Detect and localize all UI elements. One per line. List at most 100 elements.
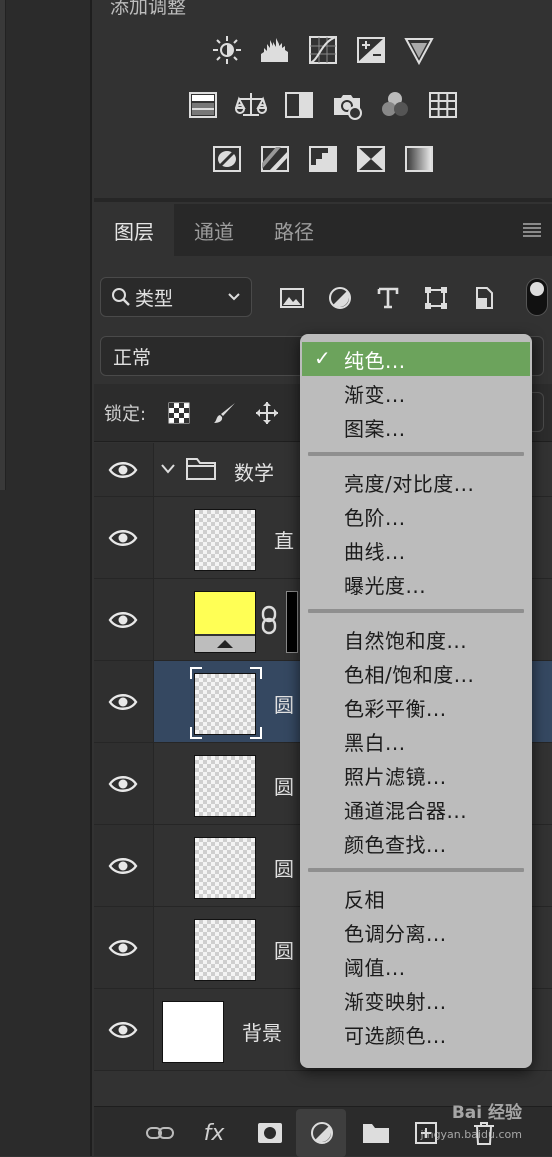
- adjustments-row-1: [94, 32, 552, 68]
- watermark-url: jingyan.baidu.com: [420, 1128, 522, 1141]
- eye-icon[interactable]: [108, 933, 138, 963]
- eye-icon[interactable]: [108, 851, 138, 881]
- chevron-down-icon: [228, 293, 240, 301]
- mask-icon[interactable]: [256, 1119, 284, 1147]
- hue-saturation-icon[interactable]: [185, 87, 221, 123]
- tab-layers[interactable]: 图层: [94, 204, 174, 256]
- layer-thumbnail: [194, 837, 256, 899]
- link-icon[interactable]: [260, 605, 278, 635]
- fx-icon[interactable]: fx: [200, 1119, 228, 1147]
- smart-object-filter-icon[interactable]: [470, 284, 498, 312]
- posterize-icon[interactable]: [257, 141, 293, 177]
- checkmark-icon: ✓: [314, 346, 332, 370]
- layer-thumbnail: [194, 919, 256, 981]
- tab-channels[interactable]: 通道: [174, 204, 254, 256]
- chevron-down-icon[interactable]: [160, 461, 176, 477]
- left-panel-strip: [0, 0, 92, 1156]
- layer-thumbnail: [194, 509, 256, 571]
- menu-item-curves[interactable]: 曲线...: [300, 533, 532, 567]
- menu-item-label: 纯色...: [344, 348, 406, 373]
- layer-name[interactable]: 直: [274, 525, 294, 554]
- threshold-icon[interactable]: [305, 141, 341, 177]
- shape-filter-icon[interactable]: [422, 284, 450, 312]
- layer-name[interactable]: 圆: [274, 689, 294, 718]
- color-lookup-icon[interactable]: [425, 87, 461, 123]
- exposure-icon[interactable]: [353, 32, 389, 68]
- panel-menu-icon[interactable]: [522, 220, 542, 240]
- adjustments-title: 添加调整: [110, 0, 187, 18]
- layer-name[interactable]: 背景: [242, 1017, 282, 1046]
- watermark: Bai 经验: [451, 1103, 522, 1123]
- thumbnail-selection-frame: [190, 667, 262, 739]
- lock-label: 锁定:: [104, 404, 147, 425]
- photo-filter-icon[interactable]: [329, 87, 365, 123]
- brightness-icon[interactable]: [209, 32, 245, 68]
- fill-layer-thumbnail: [194, 591, 256, 653]
- section-divider: [94, 198, 552, 202]
- channel-mixer-icon[interactable]: [377, 87, 413, 123]
- link-layers-icon[interactable]: [146, 1119, 174, 1147]
- panel-tabs: 图层 通道 路径: [94, 204, 552, 256]
- menu-item-color-balance[interactable]: 色彩平衡...: [300, 690, 532, 724]
- adjustment-layer-menu: ✓ 纯色... 渐变... 图案... 亮度/对比度... 色阶... 曲线..…: [300, 334, 532, 1068]
- menu-item-color-lookup[interactable]: 颜色查找...: [300, 826, 532, 860]
- eye-icon[interactable]: [108, 687, 138, 717]
- new-adjustment-icon[interactable]: [308, 1119, 336, 1147]
- menu-item-invert[interactable]: 反相: [300, 881, 532, 915]
- menu-separator: [308, 452, 524, 456]
- color-balance-icon[interactable]: [233, 87, 269, 123]
- menu-item-black-white[interactable]: 黑白...: [300, 724, 532, 758]
- invert-icon[interactable]: [209, 141, 245, 177]
- adjustment-filter-icon[interactable]: [326, 284, 354, 312]
- adjustments-row-2: [94, 87, 552, 123]
- filter-kind-label: 类型: [135, 287, 174, 310]
- type-filter-icon[interactable]: [374, 284, 402, 312]
- menu-item-posterize[interactable]: 色调分离...: [300, 915, 532, 949]
- menu-item-selective-color[interactable]: 可选颜色...: [300, 1017, 532, 1051]
- layer-name[interactable]: 圆: [274, 771, 294, 800]
- levels-icon[interactable]: [257, 32, 293, 68]
- menu-item-photo-filter[interactable]: 照片滤镜...: [300, 758, 532, 792]
- left-panel-edge: [0, 0, 6, 490]
- menu-separator: [308, 868, 524, 872]
- menu-item-hue-saturation[interactable]: 色相/饱和度...: [300, 656, 532, 690]
- vibrance-icon[interactable]: [401, 32, 437, 68]
- layer-name[interactable]: 圆: [274, 935, 294, 964]
- curves-icon[interactable]: [305, 32, 341, 68]
- filter-toggle[interactable]: [526, 278, 548, 316]
- lock-image-pixels-icon[interactable]: [212, 400, 238, 426]
- adjustments-row-3: [94, 141, 552, 177]
- layer-mask-thumbnail[interactable]: [286, 591, 298, 653]
- eye-icon[interactable]: [108, 1015, 138, 1045]
- eye-icon[interactable]: [108, 769, 138, 799]
- blend-mode-value: 正常: [113, 346, 152, 369]
- menu-item-gradient-map[interactable]: 渐变映射...: [300, 983, 532, 1017]
- menu-item-gradient[interactable]: 渐变...: [300, 376, 532, 410]
- menu-separator: [308, 609, 524, 613]
- background-thumbnail: [162, 1001, 224, 1063]
- layer-name[interactable]: 数学: [234, 457, 274, 486]
- layer-name[interactable]: 圆: [274, 853, 294, 882]
- selective-color-icon[interactable]: [353, 141, 389, 177]
- image-filter-icon[interactable]: [278, 284, 306, 312]
- menu-item-brightness-contrast[interactable]: 亮度/对比度...: [300, 465, 532, 499]
- menu-item-vibrance[interactable]: 自然饱和度...: [300, 622, 532, 656]
- new-group-icon[interactable]: [362, 1119, 390, 1147]
- filter-kind-select[interactable]: 类型: [100, 277, 252, 317]
- menu-item-solid-color[interactable]: ✓ 纯色...: [302, 342, 530, 376]
- menu-item-exposure[interactable]: 曝光度...: [300, 567, 532, 601]
- menu-item-levels[interactable]: 色阶...: [300, 499, 532, 533]
- eye-icon[interactable]: [108, 605, 138, 635]
- lock-position-icon[interactable]: [254, 400, 280, 426]
- menu-item-pattern[interactable]: 图案...: [300, 410, 532, 444]
- eye-icon[interactable]: [108, 523, 138, 553]
- eye-icon[interactable]: [108, 455, 138, 485]
- lock-transparent-pixels-icon[interactable]: [166, 400, 192, 426]
- menu-item-channel-mixer[interactable]: 通道混合器...: [300, 792, 532, 826]
- panel-divider: [90, 0, 92, 1156]
- tab-paths[interactable]: 路径: [254, 204, 334, 256]
- black-white-icon[interactable]: [281, 87, 317, 123]
- menu-item-threshold[interactable]: 阈值...: [300, 949, 532, 983]
- search-icon: [112, 288, 130, 306]
- gradient-map-icon[interactable]: [401, 141, 437, 177]
